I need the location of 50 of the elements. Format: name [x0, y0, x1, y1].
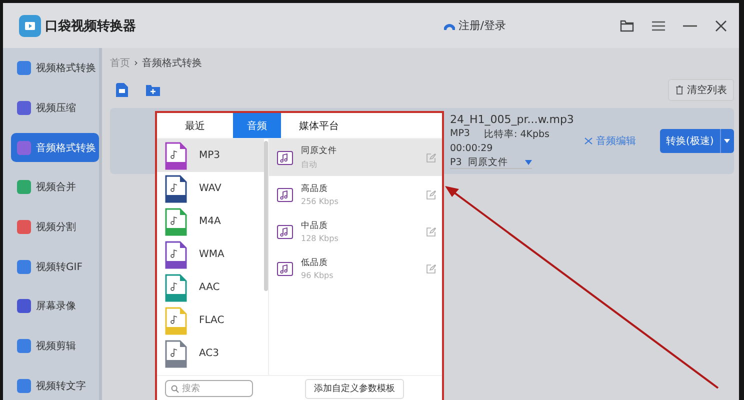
- trash-icon: [674, 85, 684, 95]
- breadcrumb-separator: ›: [134, 58, 138, 68]
- add-file-icon[interactable]: [116, 83, 128, 97]
- search-icon: [171, 385, 179, 393]
- file-duration: 00:00:29: [450, 143, 494, 154]
- sidebar-item[interactable]: 视频转GIF: [11, 252, 99, 282]
- file-bitrate: 比特率: 4Kpbs: [484, 128, 550, 141]
- breadcrumb-current: 音频格式转换: [142, 56, 202, 70]
- format-option[interactable]: MP3: [157, 139, 264, 172]
- quality-preset[interactable]: 同原文件 自动: [269, 139, 442, 176]
- preset-name: 中品质: [301, 220, 329, 232]
- preset-bitrate: 128 Kbps: [301, 234, 340, 243]
- music-note-icon: [277, 262, 293, 276]
- caret-icon: [525, 160, 532, 164]
- close-icon[interactable]: [715, 20, 727, 32]
- output-format-dropdown[interactable]: P3 同原文件: [450, 156, 532, 169]
- preset-bitrate: 96 Kbps: [301, 271, 334, 280]
- format-tab[interactable]: 音频: [233, 113, 281, 138]
- sidebar-item[interactable]: 视频格式转换: [11, 54, 99, 83]
- convert-button[interactable]: 转换(极速): [660, 129, 720, 153]
- app-logo-icon: [19, 14, 41, 36]
- minimize-icon[interactable]: [683, 24, 697, 26]
- convert-options-button[interactable]: [720, 129, 734, 153]
- music-note-icon: [277, 150, 293, 164]
- sidebar-item[interactable]: 视频分割: [11, 212, 99, 242]
- add-folder-icon[interactable]: [146, 84, 160, 96]
- sidebar-item[interactable]: 视频合并: [11, 173, 99, 202]
- file-format: MP3: [450, 128, 470, 141]
- caret-icon: [724, 139, 730, 143]
- add-template-button[interactable]: 添加自定义参数模板: [305, 378, 404, 398]
- app-title: 口袋视频转换器: [45, 18, 136, 34]
- menu-icon[interactable]: [652, 20, 665, 30]
- sidebar-item[interactable]: 视频剪辑: [11, 332, 99, 360]
- sidebar-item[interactable]: 视频压缩: [11, 94, 99, 122]
- preset-name: 高品质: [301, 183, 329, 195]
- preset-bitrate: 自动: [301, 159, 318, 170]
- folder-icon[interactable]: [620, 20, 634, 32]
- sidebar-item[interactable]: 视频转文字: [11, 371, 99, 400]
- preset-bitrate: 256 Kbps: [301, 197, 340, 206]
- music-note-icon: [277, 188, 293, 202]
- preset-name: 同原文件: [301, 145, 338, 157]
- clear-list-button[interactable]: 清空列表: [668, 79, 734, 101]
- preset-name: 低品质: [301, 257, 329, 269]
- login-link[interactable]: 注册/登录: [444, 18, 506, 33]
- music-note-icon: [277, 224, 293, 238]
- format-tab[interactable]: 最近: [157, 113, 233, 138]
- sidebar-item[interactable]: 屏幕录像: [11, 292, 99, 321]
- sidebar-item[interactable]: 音频格式转换: [11, 133, 99, 162]
- search-field[interactable]: 搜索: [165, 380, 253, 397]
- format-tab[interactable]: 媒体平台: [281, 113, 357, 138]
